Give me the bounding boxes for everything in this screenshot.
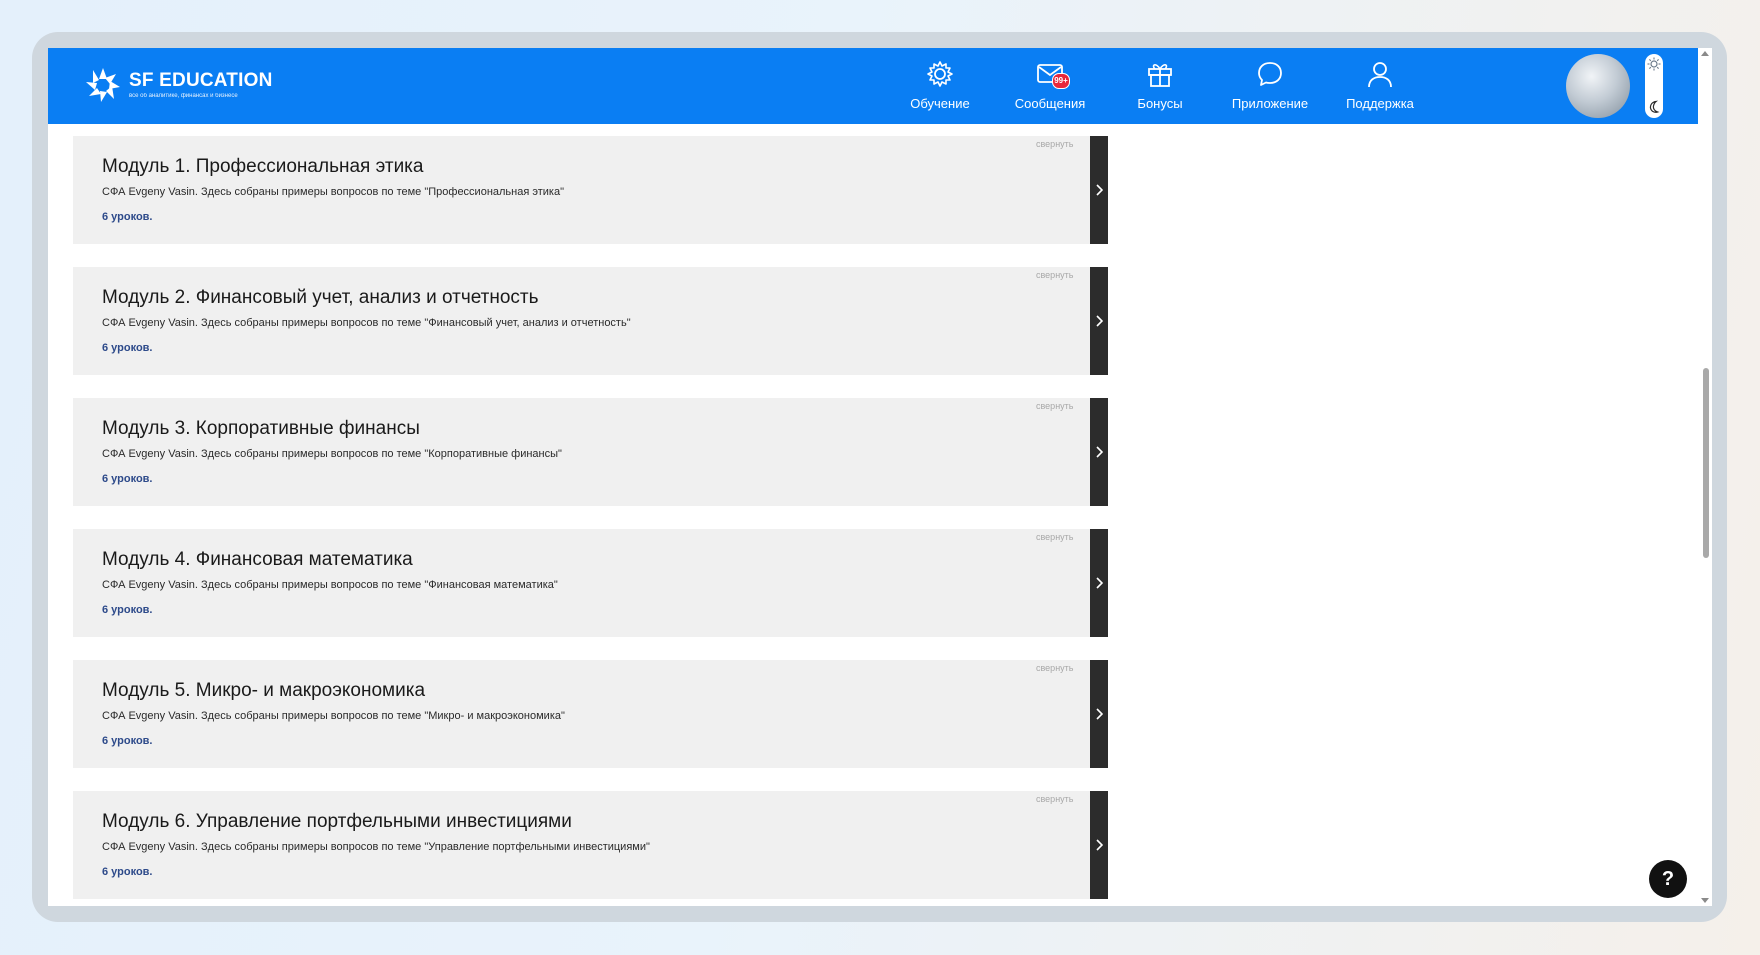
- sun-icon: [1647, 57, 1661, 71]
- user-icon: [1368, 62, 1392, 88]
- module-title: Модуль 4. Финансовая математика: [102, 549, 413, 570]
- module-card[interactable]: Модуль 2. Финансовый учет, анализ и отче…: [73, 267, 1108, 375]
- chat-bubble-icon: [1258, 62, 1282, 86]
- module-description: СФА Evgeny Vasin. Здесь собраны примеры …: [102, 710, 565, 722]
- nav-label: Приложение: [1231, 96, 1309, 111]
- collapse-link[interactable]: свернуть: [1036, 532, 1073, 542]
- chevron-right-icon: [1096, 839, 1103, 851]
- chevron-right-icon: [1096, 315, 1103, 327]
- nav-label: Сообщения: [1014, 96, 1086, 111]
- module-description: СФА Evgeny Vasin. Здесь собраны примеры …: [102, 841, 650, 853]
- module-lessons-count[interactable]: 6 уроков.: [102, 473, 152, 485]
- chevron-right-icon: [1096, 184, 1103, 196]
- module-title: Модуль 3. Корпоративные финансы: [102, 418, 420, 439]
- collapse-link[interactable]: свернуть: [1036, 139, 1073, 149]
- expand-arrow-button[interactable]: [1090, 529, 1108, 637]
- module-lessons-count[interactable]: 6 уроков.: [102, 866, 152, 878]
- gift-icon: [1148, 64, 1172, 87]
- module-card[interactable]: Модуль 5. Микро- и макроэкономика СФА Ev…: [73, 660, 1108, 768]
- logo-subtitle: все об аналитике, финансах и бизнесе: [129, 93, 238, 99]
- scroll-down-arrow[interactable]: [1701, 898, 1709, 903]
- collapse-link[interactable]: свернуть: [1036, 794, 1073, 804]
- expand-arrow-button[interactable]: [1090, 136, 1108, 244]
- logo-title: SF EDUCATION: [129, 70, 273, 91]
- nav-item-learning[interactable]: Обучение: [885, 58, 995, 118]
- expand-arrow-button[interactable]: [1090, 660, 1108, 768]
- moon-icon: [1649, 100, 1660, 113]
- module-lessons-count[interactable]: 6 уроков.: [102, 342, 152, 354]
- chevron-right-icon: [1096, 577, 1103, 589]
- module-lessons-count[interactable]: 6 уроков.: [102, 604, 152, 616]
- module-card[interactable]: Модуль 4. Финансовая математика СФА Evge…: [73, 529, 1108, 637]
- module-lessons-count[interactable]: 6 уроков.: [102, 735, 152, 747]
- nav-item-bonuses[interactable]: Бонусы: [1105, 58, 1215, 118]
- module-card[interactable]: Модуль 6. Управление портфельными инвест…: [73, 791, 1108, 899]
- collapse-link[interactable]: свернуть: [1036, 401, 1073, 411]
- module-description: СФА Evgeny Vasin. Здесь собраны примеры …: [102, 317, 631, 329]
- module-description: СФА Evgeny Vasin. Здесь собраны примеры …: [102, 579, 558, 591]
- expand-arrow-button[interactable]: [1090, 398, 1108, 506]
- nav-item-app[interactable]: Приложение: [1215, 58, 1325, 118]
- module-title: Модуль 2. Финансовый учет, анализ и отче…: [102, 287, 539, 308]
- expand-arrow-button[interactable]: [1090, 791, 1108, 899]
- nav-label: Обучение: [910, 96, 970, 111]
- module-description: СФА Evgeny Vasin. Здесь собраны примеры …: [102, 448, 562, 460]
- chevron-right-icon: [1096, 708, 1103, 720]
- module-description: СФА Evgeny Vasin. Здесь собраны примеры …: [102, 186, 564, 198]
- avatar[interactable]: [1566, 54, 1630, 118]
- nav-label: Бонусы: [1137, 96, 1183, 111]
- mail-icon: 99+: [1034, 58, 1070, 90]
- nav-item-messages[interactable]: 99+ Сообщения: [995, 58, 1105, 118]
- gear-icon: [927, 61, 953, 87]
- scroll-up-arrow[interactable]: [1701, 51, 1709, 56]
- module-title: Модуль 5. Микро- и макроэкономика: [102, 680, 426, 701]
- expand-arrow-button[interactable]: [1090, 267, 1108, 375]
- nav-item-support[interactable]: Поддержка: [1325, 58, 1435, 118]
- help-button[interactable]: ?: [1649, 860, 1687, 898]
- logo-icon: [86, 68, 120, 102]
- vertical-scrollbar[interactable]: [1698, 48, 1712, 906]
- module-title: Модуль 1. Профессиональная этика: [102, 156, 424, 177]
- collapse-link[interactable]: свернуть: [1036, 663, 1073, 673]
- collapse-link[interactable]: свернуть: [1036, 270, 1073, 280]
- logo[interactable]: SF EDUCATION все об аналитике, финансах …: [84, 66, 273, 104]
- module-title: Модуль 6. Управление портфельными инвест…: [102, 811, 572, 832]
- unread-badge: 99+: [1052, 73, 1070, 89]
- module-card[interactable]: Модуль 3. Корпоративные финансы СФА Evge…: [73, 398, 1108, 506]
- module-lessons-count[interactable]: 6 уроков.: [102, 211, 152, 223]
- nav-label: Поддержка: [1346, 96, 1414, 111]
- theme-toggle[interactable]: [1645, 54, 1663, 118]
- scroll-thumb[interactable]: [1703, 368, 1709, 558]
- top-header: SF EDUCATION все об аналитике, финансах …: [48, 48, 1698, 124]
- module-card[interactable]: Модуль 1. Профессиональная этика СФА Evg…: [73, 136, 1108, 244]
- browser-window: SF EDUCATION все об аналитике, финансах …: [48, 48, 1712, 906]
- chevron-right-icon: [1096, 446, 1103, 458]
